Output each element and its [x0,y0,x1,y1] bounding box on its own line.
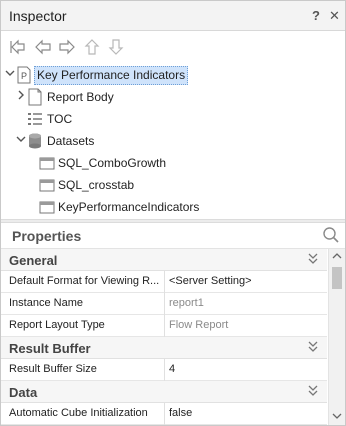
property-name: Automatic Cube Initialization [9,407,148,419]
table-icon [39,154,55,172]
tree-item-report-body[interactable]: Report Body [1,86,345,108]
property-row[interactable]: Result Buffer Size 4 [1,359,327,381]
table-icon [39,176,55,194]
collapse-chevron-icon[interactable] [307,339,319,358]
category-general[interactable]: General [1,249,327,271]
property-name: Result Buffer Size [9,363,97,375]
tree-item-label: TOC [47,112,73,126]
property-value: report1 [169,297,204,309]
scroll-up-icon[interactable] [332,252,342,262]
home-icon[interactable] [9,38,27,56]
navigation-toolbar [1,32,345,62]
up-icon[interactable] [83,38,101,56]
column-divider [164,271,165,293]
tree-item-dataset[interactable]: SQL_crosstab [1,174,345,196]
panel-title: Inspector [9,8,67,24]
vertical-scrollbar[interactable] [328,249,345,425]
back-icon[interactable] [34,38,52,56]
database-icon [27,132,43,150]
list-icon [27,110,43,128]
property-row[interactable]: Instance Name report1 [1,293,327,315]
table-icon [39,198,55,216]
report-p-icon: P [16,66,32,84]
category-data[interactable]: Data [1,381,327,403]
property-value: Flow Report [169,319,229,331]
tree-item-toc[interactable]: TOC [1,108,345,130]
property-name: Report Layout Type [9,319,105,331]
column-divider [164,293,165,315]
collapse-chevron-icon[interactable] [307,251,319,270]
tree-item-label: SQL_crosstab [58,178,135,192]
tree-item-root[interactable]: P Key Performance Indicators [1,64,345,86]
tree-item-label: Datasets [47,134,95,148]
tree-item-label: SQL_ComboGrowth [58,156,167,170]
forward-icon[interactable] [58,38,76,56]
down-icon[interactable] [107,38,125,56]
search-icon[interactable] [322,226,340,247]
property-row[interactable]: Automatic Cube Initialization false [1,403,327,425]
category-result-buffer[interactable]: Result Buffer [1,337,327,359]
property-value[interactable]: <Server Setting> [169,275,252,287]
tree-item-label: Report Body [47,90,114,104]
tree-item-datasets[interactable]: Datasets [1,130,345,152]
svg-text:P: P [21,71,27,81]
property-value[interactable]: 4 [169,363,175,375]
collapse-chevron-icon[interactable] [307,383,319,402]
properties-title: Properties [12,228,82,244]
column-divider [164,403,165,425]
property-grid: General Default Format for Viewing R... … [1,249,327,425]
scrollbar-thumb[interactable] [332,267,342,289]
property-row[interactable]: Report Layout Type Flow Report [1,315,327,337]
property-row[interactable]: Default Format for Viewing R... <Server … [1,271,327,293]
property-name: Instance Name [9,297,83,309]
column-divider [164,315,165,337]
tree-item-label: KeyPerformanceIndicators [58,200,200,214]
scroll-down-icon[interactable] [332,412,342,422]
page-icon [27,88,43,106]
column-divider [164,359,165,381]
tree-item-dataset[interactable]: KeyPerformanceIndicators [1,196,345,218]
category-label: General [9,253,58,268]
tree-item-label: Key Performance Indicators [34,66,189,85]
title-bar: Inspector ? ✕ [1,1,345,31]
report-tree: P Key Performance Indicators Report Body… [1,62,345,219]
inspector-panel: Inspector ? ✕ P Key Performance Indicato… [0,0,346,426]
property-name: Default Format for Viewing R... [9,275,160,287]
property-value[interactable]: false [169,407,192,419]
close-button[interactable]: ✕ [329,8,340,24]
category-label: Data [9,385,38,400]
help-button[interactable]: ? [312,8,320,23]
tree-item-dataset[interactable]: SQL_ComboGrowth [1,152,345,174]
category-label: Result Buffer [9,341,91,356]
properties-header: Properties [1,223,345,249]
